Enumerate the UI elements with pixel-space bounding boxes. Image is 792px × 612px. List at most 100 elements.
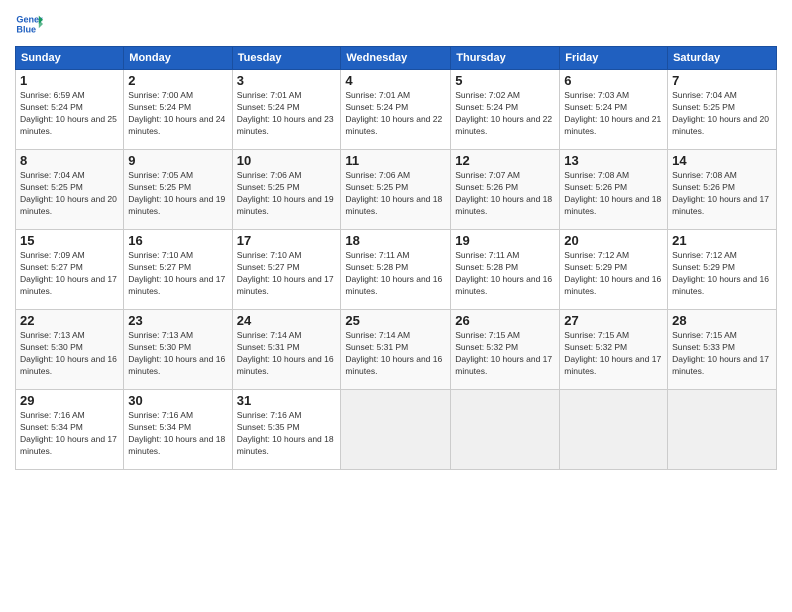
- day-number: 1: [20, 73, 119, 88]
- calendar-week-row: 8 Sunrise: 7:04 AM Sunset: 5:25 PM Daylig…: [16, 150, 777, 230]
- calendar-cell: [668, 390, 777, 470]
- day-number: 31: [237, 393, 337, 408]
- day-detail: Sunrise: 7:16 AM Sunset: 5:34 PM Dayligh…: [20, 410, 119, 458]
- logo: General Blue: [15, 10, 43, 38]
- day-detail: Sunrise: 7:15 AM Sunset: 5:33 PM Dayligh…: [672, 330, 772, 378]
- day-detail: Sunrise: 7:05 AM Sunset: 5:25 PM Dayligh…: [128, 170, 227, 218]
- day-detail: Sunrise: 7:04 AM Sunset: 5:25 PM Dayligh…: [672, 90, 772, 138]
- day-detail: Sunrise: 7:10 AM Sunset: 5:27 PM Dayligh…: [237, 250, 337, 298]
- calendar-cell: 9 Sunrise: 7:05 AM Sunset: 5:25 PM Daylig…: [124, 150, 232, 230]
- day-number: 6: [564, 73, 663, 88]
- calendar-cell: 27 Sunrise: 7:15 AM Sunset: 5:32 PM Dayli…: [560, 310, 668, 390]
- day-detail: Sunrise: 6:59 AM Sunset: 5:24 PM Dayligh…: [20, 90, 119, 138]
- day-number: 24: [237, 313, 337, 328]
- day-detail: Sunrise: 7:08 AM Sunset: 5:26 PM Dayligh…: [672, 170, 772, 218]
- day-number: 9: [128, 153, 227, 168]
- calendar-cell: 6Sunrise: 7:03 AM Sunset: 5:24 PM Daylig…: [560, 70, 668, 150]
- day-detail: Sunrise: 7:06 AM Sunset: 5:25 PM Dayligh…: [237, 170, 337, 218]
- day-detail: Sunrise: 7:15 AM Sunset: 5:32 PM Dayligh…: [455, 330, 555, 378]
- day-number: 10: [237, 153, 337, 168]
- page-container: General Blue SundayMondayTuesdayWednesda…: [0, 0, 792, 480]
- day-detail: Sunrise: 7:04 AM Sunset: 5:25 PM Dayligh…: [20, 170, 119, 218]
- day-detail: Sunrise: 7:15 AM Sunset: 5:32 PM Dayligh…: [564, 330, 663, 378]
- day-number: 25: [345, 313, 446, 328]
- calendar-cell: 8 Sunrise: 7:04 AM Sunset: 5:25 PM Daylig…: [16, 150, 124, 230]
- calendar-cell: 7Sunrise: 7:04 AM Sunset: 5:25 PM Daylig…: [668, 70, 777, 150]
- day-number: 3: [237, 73, 337, 88]
- calendar-cell: 22Sunrise: 7:13 AM Sunset: 5:30 PM Dayli…: [16, 310, 124, 390]
- day-number: 26: [455, 313, 555, 328]
- day-detail: Sunrise: 7:01 AM Sunset: 5:24 PM Dayligh…: [237, 90, 337, 138]
- calendar-cell: 30 Sunrise: 7:16 AM Sunset: 5:34 PM Dayli…: [124, 390, 232, 470]
- day-detail: Sunrise: 7:01 AM Sunset: 5:24 PM Dayligh…: [345, 90, 446, 138]
- calendar-cell: 11 Sunrise: 7:06 AM Sunset: 5:25 PM Dayli…: [341, 150, 451, 230]
- day-number: 20: [564, 233, 663, 248]
- day-number: 19: [455, 233, 555, 248]
- calendar-cell: 31 Sunrise: 7:16 AM Sunset: 5:35 PM Dayli…: [232, 390, 341, 470]
- day-number: 23: [128, 313, 227, 328]
- day-detail: Sunrise: 7:10 AM Sunset: 5:27 PM Dayligh…: [128, 250, 227, 298]
- day-detail: Sunrise: 7:14 AM Sunset: 5:31 PM Dayligh…: [237, 330, 337, 378]
- day-detail: Sunrise: 7:16 AM Sunset: 5:35 PM Dayligh…: [237, 410, 337, 458]
- calendar-week-row: 29Sunrise: 7:16 AM Sunset: 5:34 PM Dayli…: [16, 390, 777, 470]
- day-number: 4: [345, 73, 446, 88]
- calendar-cell: 2 Sunrise: 7:00 AM Sunset: 5:24 PM Daylig…: [124, 70, 232, 150]
- day-number: 30: [128, 393, 227, 408]
- calendar-week-row: 15 Sunrise: 7:09 AM Sunset: 5:27 PM Dayli…: [16, 230, 777, 310]
- weekday-header-thursday: Thursday: [451, 47, 560, 70]
- day-number: 13: [564, 153, 663, 168]
- day-detail: Sunrise: 7:09 AM Sunset: 5:27 PM Dayligh…: [20, 250, 119, 298]
- calendar-cell: 29Sunrise: 7:16 AM Sunset: 5:34 PM Dayli…: [16, 390, 124, 470]
- calendar-week-row: 22Sunrise: 7:13 AM Sunset: 5:30 PM Dayli…: [16, 310, 777, 390]
- day-number: 27: [564, 313, 663, 328]
- day-detail: Sunrise: 7:16 AM Sunset: 5:34 PM Dayligh…: [128, 410, 227, 458]
- day-detail: Sunrise: 7:13 AM Sunset: 5:30 PM Dayligh…: [20, 330, 119, 378]
- day-number: 2: [128, 73, 227, 88]
- day-number: 17: [237, 233, 337, 248]
- weekday-header-saturday: Saturday: [668, 47, 777, 70]
- calendar-cell: 10 Sunrise: 7:06 AM Sunset: 5:25 PM Dayli…: [232, 150, 341, 230]
- day-detail: Sunrise: 7:07 AM Sunset: 5:26 PM Dayligh…: [455, 170, 555, 218]
- day-detail: Sunrise: 7:12 AM Sunset: 5:29 PM Dayligh…: [672, 250, 772, 298]
- calendar-cell: 16Sunrise: 7:10 AM Sunset: 5:27 PM Dayli…: [124, 230, 232, 310]
- day-detail: Sunrise: 7:00 AM Sunset: 5:24 PM Dayligh…: [128, 90, 227, 138]
- calendar-cell: [560, 390, 668, 470]
- calendar-cell: 19 Sunrise: 7:11 AM Sunset: 5:28 PM Dayli…: [451, 230, 560, 310]
- day-detail: Sunrise: 7:12 AM Sunset: 5:29 PM Dayligh…: [564, 250, 663, 298]
- calendar-cell: 28 Sunrise: 7:15 AM Sunset: 5:33 PM Dayli…: [668, 310, 777, 390]
- calendar-cell: 23 Sunrise: 7:13 AM Sunset: 5:30 PM Dayli…: [124, 310, 232, 390]
- day-detail: Sunrise: 7:06 AM Sunset: 5:25 PM Dayligh…: [345, 170, 446, 218]
- day-number: 14: [672, 153, 772, 168]
- day-detail: Sunrise: 7:11 AM Sunset: 5:28 PM Dayligh…: [455, 250, 555, 298]
- weekday-header-sunday: Sunday: [16, 47, 124, 70]
- weekday-header-row: SundayMondayTuesdayWednesdayThursdayFrid…: [16, 47, 777, 70]
- calendar-cell: 14 Sunrise: 7:08 AM Sunset: 5:26 PM Dayli…: [668, 150, 777, 230]
- calendar-cell: 20 Sunrise: 7:12 AM Sunset: 5:29 PM Dayli…: [560, 230, 668, 310]
- day-number: 28: [672, 313, 772, 328]
- calendar-cell: 5 Sunrise: 7:02 AM Sunset: 5:24 PM Daylig…: [451, 70, 560, 150]
- calendar-cell: 26 Sunrise: 7:15 AM Sunset: 5:32 PM Dayli…: [451, 310, 560, 390]
- weekday-header-wednesday: Wednesday: [341, 47, 451, 70]
- calendar-cell: 25Sunrise: 7:14 AM Sunset: 5:31 PM Dayli…: [341, 310, 451, 390]
- day-number: 15: [20, 233, 119, 248]
- day-detail: Sunrise: 7:13 AM Sunset: 5:30 PM Dayligh…: [128, 330, 227, 378]
- calendar-cell: 12 Sunrise: 7:07 AM Sunset: 5:26 PM Dayli…: [451, 150, 560, 230]
- logo-icon: General Blue: [15, 10, 43, 38]
- day-number: 21: [672, 233, 772, 248]
- calendar-table: SundayMondayTuesdayWednesdayThursdayFrid…: [15, 46, 777, 470]
- day-detail: Sunrise: 7:02 AM Sunset: 5:24 PM Dayligh…: [455, 90, 555, 138]
- calendar-cell: 24 Sunrise: 7:14 AM Sunset: 5:31 PM Dayli…: [232, 310, 341, 390]
- day-number: 8: [20, 153, 119, 168]
- calendar-cell: [451, 390, 560, 470]
- svg-text:Blue: Blue: [16, 24, 36, 34]
- calendar-cell: 1 Sunrise: 6:59 AM Sunset: 5:24 PM Daylig…: [16, 70, 124, 150]
- day-number: 11: [345, 153, 446, 168]
- calendar-cell: 17 Sunrise: 7:10 AM Sunset: 5:27 PM Dayli…: [232, 230, 341, 310]
- weekday-header-monday: Monday: [124, 47, 232, 70]
- header: General Blue: [15, 10, 777, 38]
- day-detail: Sunrise: 7:11 AM Sunset: 5:28 PM Dayligh…: [345, 250, 446, 298]
- calendar-cell: 13Sunrise: 7:08 AM Sunset: 5:26 PM Dayli…: [560, 150, 668, 230]
- weekday-header-tuesday: Tuesday: [232, 47, 341, 70]
- day-number: 12: [455, 153, 555, 168]
- day-number: 5: [455, 73, 555, 88]
